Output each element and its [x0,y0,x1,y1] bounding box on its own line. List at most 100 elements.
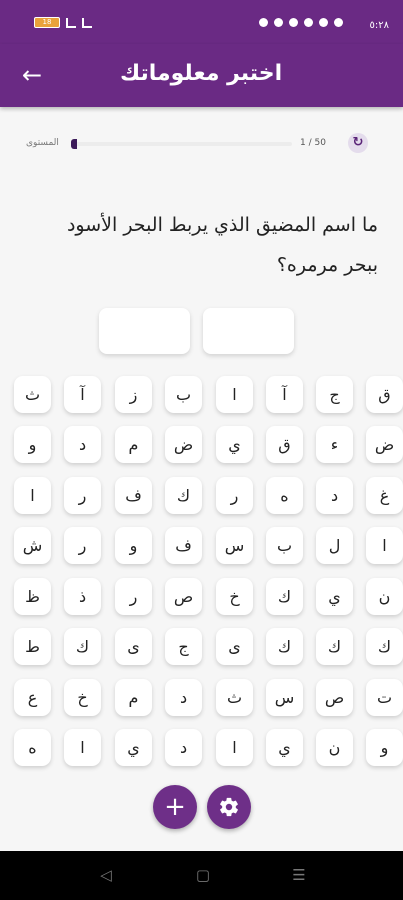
letter-key[interactable]: د [165,729,202,766]
letter-key[interactable]: ى [216,628,253,665]
status-time: ٥:٢٨ [369,20,389,31]
letter-key[interactable]: ا [216,729,253,766]
gear-icon [220,797,238,817]
back-button[interactable]: ← [18,62,46,90]
letter-key[interactable]: س [216,527,253,564]
letter-key[interactable]: ى [115,628,152,665]
letter-key[interactable]: د [64,426,101,463]
letter-key[interactable]: ظ [14,578,51,615]
progress-marker [71,139,77,149]
letter-key[interactable]: ذ [64,578,101,615]
letter-key[interactable]: ش [14,527,51,564]
letter-key[interactable]: خ [64,679,101,716]
letter-key[interactable]: ا [14,477,51,514]
menu-recents-icon: ☰ [292,866,306,884]
letter-key[interactable]: ض [366,426,403,463]
square-home-icon: ▢ [195,866,211,884]
refresh-button[interactable]: ↻ [348,133,368,153]
level-label: المستوى [26,138,59,148]
letter-key[interactable]: ا [366,527,403,564]
letter-key[interactable]: ر [64,527,101,564]
notification-icon [274,18,283,27]
wifi-icon [82,17,92,28]
refresh-icon: ↻ [352,135,364,150]
letter-key[interactable]: ج [165,628,202,665]
question-text: ما اسم المضيق الذي يربط البحر الأسود ببح… [66,214,378,276]
nav-home-button[interactable]: ▢ [192,864,214,886]
letter-key[interactable]: ك [266,628,303,665]
letter-key[interactable]: و [115,527,152,564]
page-title: اختبر معلوماتك [120,61,283,86]
letter-key[interactable]: م [115,426,152,463]
settings-button[interactable] [207,785,251,829]
answer-slot[interactable] [203,308,294,354]
letter-key[interactable]: ج [316,376,353,413]
letter-key[interactable]: ك [64,628,101,665]
notification-icon [319,18,328,27]
letter-key[interactable]: ك [366,628,403,665]
letter-key[interactable]: و [14,426,51,463]
letter-key[interactable]: ه [14,729,51,766]
arrow-back-icon: ← [21,61,43,89]
letter-key[interactable]: ث [216,679,253,716]
status-bar: ٥:٢٨ 18 [0,0,403,44]
system-nav-bar: ◁ ▢ ☰ [0,851,403,900]
app-bar: ← اختبر معلوماتك [0,44,403,107]
notification-icon [259,18,268,27]
letter-key[interactable]: غ [366,477,403,514]
letter-key[interactable]: ق [366,376,403,413]
letter-key[interactable]: ا [216,376,253,413]
battery-icon: 18 [34,17,60,28]
letter-key[interactable]: ي [316,578,353,615]
letter-key[interactable]: ك [316,628,353,665]
letter-key[interactable]: ر [64,477,101,514]
letter-key[interactable]: ء [316,426,353,463]
notification-icons [259,18,343,27]
nav-recents-button[interactable]: ☰ [288,864,310,886]
letter-key[interactable]: ن [316,729,353,766]
letter-key[interactable]: خ [216,578,253,615]
letter-key[interactable]: ف [165,527,202,564]
letter-key[interactable]: ت [366,679,403,716]
letter-key[interactable]: ي [216,426,253,463]
letter-key[interactable]: ط [14,628,51,665]
letter-key[interactable]: ب [165,376,202,413]
letter-key[interactable]: ز [115,376,152,413]
letter-key[interactable]: ث [14,376,51,413]
letter-key[interactable]: ر [216,477,253,514]
letter-key[interactable]: و [366,729,403,766]
notification-icon [334,18,343,27]
system-icons: 18 [34,17,92,28]
letter-key[interactable]: ب [266,527,303,564]
letter-key[interactable]: ع [14,679,51,716]
letter-key[interactable]: ا [64,729,101,766]
letter-key[interactable]: ك [165,477,202,514]
letter-key[interactable]: ر [115,578,152,615]
plus-icon: + [164,792,186,822]
letter-key[interactable]: آ [266,376,303,413]
nav-back-button[interactable]: ◁ [95,864,117,886]
add-hint-button[interactable]: + [153,785,197,829]
letter-key[interactable]: د [165,679,202,716]
letter-key[interactable]: ي [266,729,303,766]
letter-key[interactable]: ن [366,578,403,615]
level-progress-bar [72,142,292,146]
letter-key[interactable]: ض [165,426,202,463]
level-progress-text: 1 / 50 [300,138,326,148]
letter-key[interactable]: م [115,679,152,716]
letter-key[interactable]: ف [115,477,152,514]
letter-key[interactable]: ص [316,679,353,716]
letter-key[interactable]: د [316,477,353,514]
letter-key[interactable]: ص [165,578,202,615]
letter-key[interactable]: س [266,679,303,716]
triangle-back-icon: ◁ [100,866,112,884]
notification-icon [289,18,298,27]
answer-slot[interactable] [99,308,190,354]
letter-key[interactable]: ك [266,578,303,615]
letter-key[interactable]: آ [64,376,101,413]
letter-key[interactable]: ل [316,527,353,564]
signal-icon [66,17,76,28]
letter-key[interactable]: ق [266,426,303,463]
letter-key[interactable]: ي [115,729,152,766]
letter-key[interactable]: ه [266,477,303,514]
